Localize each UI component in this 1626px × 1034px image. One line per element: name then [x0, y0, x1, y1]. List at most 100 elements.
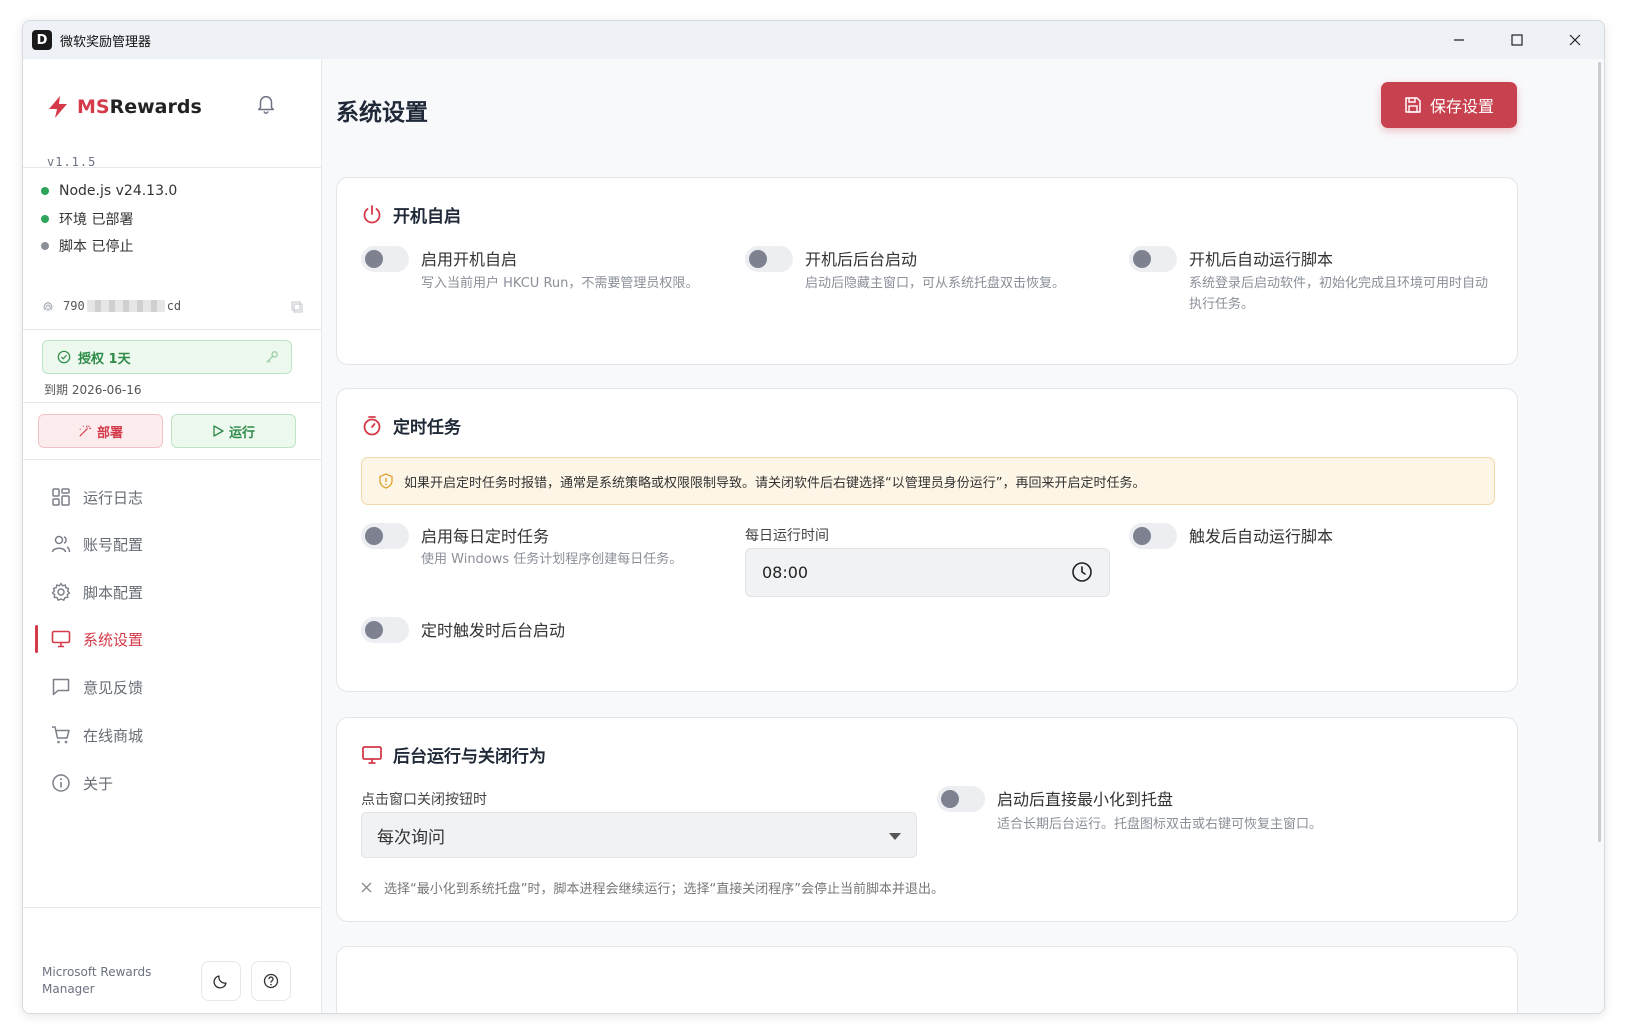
- nav-label: 运行日志: [83, 488, 144, 507]
- nav-item-script-config[interactable]: 脚本配置: [37, 573, 307, 611]
- card-title: 开机自启: [361, 202, 461, 227]
- page-title: 系统设置: [336, 100, 428, 126]
- nav-item-system-settings[interactable]: 系统设置: [35, 620, 307, 658]
- brand-prefix: MS: [77, 96, 110, 118]
- auto-run-script-label: 开机后自动运行脚本: [1189, 250, 1334, 269]
- scheduled-background-toggle[interactable]: [361, 617, 409, 643]
- minimize-icon: [1454, 39, 1464, 41]
- schedule-card: 定时任务 如果开启定时任务时报错，通常是系统策略或权限限制导致。请关闭软件后右键…: [336, 388, 1518, 692]
- wand-icon: [79, 425, 92, 437]
- deploy-button[interactable]: 部署: [38, 414, 163, 448]
- nav-label: 账号配置: [83, 535, 144, 554]
- window-title: 微软奖励管理器: [60, 34, 152, 50]
- minimize-to-tray-label: 启动后直接最小化到托盘: [997, 790, 1174, 809]
- minimize-to-tray-desc: 适合长期后台运行。托盘图标双击或右键可恢复主窗口。: [997, 817, 1323, 832]
- trigger-auto-run-label: 触发后自动运行脚本: [1189, 527, 1334, 546]
- next-card-partial: [336, 946, 1518, 1013]
- gear-icon: [51, 582, 71, 601]
- info-icon: [52, 774, 70, 792]
- save-label: 保存设置: [1429, 97, 1494, 116]
- status-text: 环境 已部署: [59, 212, 134, 228]
- power-icon: [363, 204, 381, 223]
- users-icon: [51, 535, 71, 553]
- bolt-icon: [49, 96, 67, 118]
- clock-icon[interactable]: [1071, 561, 1093, 583]
- notification-button[interactable]: [255, 93, 277, 119]
- bell-icon: [257, 96, 275, 114]
- run-time-label: 每日运行时间: [745, 528, 829, 544]
- status-text: 脚本 已停止: [59, 239, 134, 255]
- sidebar: MS Rewards v1.1.5 Node.js v24.13.0 环境 已部署…: [23, 59, 322, 1013]
- close-button[interactable]: [1546, 21, 1604, 59]
- daily-task-desc: 使用 Windows 任务计划程序创建每日任务。: [421, 552, 683, 567]
- auto-run-script-desc: 系统登录后启动软件，初始化完成且环境可用时自动执行任务。: [1189, 276, 1489, 312]
- card-title-text: 后台运行与关闭行为: [393, 747, 546, 767]
- license-expiry: 到期 2026-06-16: [44, 383, 142, 397]
- trigger-auto-run-toggle[interactable]: [1129, 523, 1177, 549]
- status-node: Node.js v24.13.0: [41, 183, 177, 199]
- timer-icon: [363, 415, 381, 435]
- status-text: Node.js v24.13.0: [59, 183, 178, 199]
- card-title: 定时任务: [361, 413, 461, 438]
- copy-icon[interactable]: [291, 301, 303, 313]
- autostart-desc: 写入当前用户 HKCU Run，不需要管理员权限。: [421, 276, 699, 291]
- app-logo-icon: D: [32, 30, 52, 50]
- note-text: 选择“最小化到系统托盘”时，脚本进程会继续运行；选择“直接关闭程序”会停止当前脚…: [384, 882, 944, 897]
- save-icon: [1405, 97, 1421, 113]
- daily-task-label: 启用每日定时任务: [421, 527, 550, 546]
- nav-item-logs[interactable]: 运行日志: [37, 478, 307, 516]
- help-button[interactable]: [251, 961, 291, 1001]
- nav-label: 脚本配置: [83, 583, 144, 602]
- chevron-down-icon: [889, 833, 901, 840]
- brand: MS Rewards: [47, 95, 202, 119]
- minimize-button[interactable]: [1430, 21, 1488, 59]
- nav-item-store[interactable]: 在线商城: [37, 716, 307, 754]
- main-content: 系统设置 保存设置 开机自启 启用开机自启 写入当前用户 HKCU Run，不需…: [323, 59, 1604, 1013]
- grid-icon: [52, 488, 70, 506]
- background-start-toggle[interactable]: [745, 246, 793, 272]
- machine-id-redacted: [86, 300, 165, 312]
- status-env: 环境 已部署: [41, 209, 133, 229]
- autostart-label: 启用开机自启: [421, 250, 518, 269]
- close-behavior-select[interactable]: 每次询问: [361, 812, 917, 858]
- window-controls: [1430, 21, 1604, 59]
- machine-id-suffix: cd: [166, 299, 182, 313]
- startup-card: 开机自启 启用开机自启 写入当前用户 HKCU Run，不需要管理员权限。 开机…: [336, 177, 1518, 365]
- close-icon: [1569, 34, 1581, 46]
- auto-run-script-toggle[interactable]: [1129, 246, 1177, 272]
- run-time-input[interactable]: 08:00: [745, 548, 1110, 597]
- scrollbar[interactable]: [1598, 62, 1601, 842]
- background-start-label: 开机后后台启动: [805, 250, 918, 269]
- close-behavior-value: 每次询问: [377, 827, 445, 848]
- run-button[interactable]: 运行: [171, 414, 296, 448]
- nav-label: 在线商城: [83, 726, 144, 745]
- autostart-toggle[interactable]: [361, 246, 409, 272]
- maximize-button[interactable]: [1488, 21, 1546, 59]
- admin-warning-banner: 如果开启定时任务时报错，通常是系统策略或权限限制导致。请关闭软件后右键选择“以管…: [361, 457, 1495, 505]
- daily-task-toggle[interactable]: [361, 523, 409, 549]
- card-title-text: 定时任务: [393, 418, 461, 438]
- title-bar: D 微软奖励管理器: [23, 21, 1604, 59]
- moon-icon: [213, 975, 227, 989]
- license-badge: 授权 1天: [42, 340, 292, 374]
- warning-text: 如果开启定时任务时报错，通常是系统策略或权限限制导致。请关闭软件后右键选择“以管…: [404, 475, 1146, 491]
- divider: [23, 329, 321, 330]
- save-settings-button[interactable]: 保存设置: [1381, 82, 1517, 128]
- message-icon: [52, 678, 70, 696]
- nav-label: 关于: [83, 774, 114, 793]
- theme-toggle-button[interactable]: [201, 961, 241, 1001]
- minimize-to-tray-toggle[interactable]: [937, 786, 985, 812]
- machine-id: 790 cd: [41, 299, 303, 313]
- key-icon[interactable]: [265, 350, 279, 364]
- nav-item-feedback[interactable]: 意见反馈: [37, 668, 307, 706]
- help-icon: [263, 973, 279, 989]
- nav-item-about[interactable]: 关于: [37, 764, 307, 802]
- divider: [23, 402, 321, 403]
- background-start-desc: 启动后隐藏主窗口，可从系统托盘双击恢复。: [805, 276, 1066, 291]
- card-title: 后台运行与关闭行为: [361, 742, 546, 767]
- license-label: 授权 1天: [78, 351, 131, 367]
- run-label: 运行: [228, 425, 255, 441]
- nav-item-accounts[interactable]: 账号配置: [37, 525, 307, 563]
- scheduled-background-label: 定时触发时后台启动: [421, 621, 566, 640]
- app-window: D 微软奖励管理器 MS Rewards v1.1.5 Node.js v24.…: [22, 20, 1605, 1014]
